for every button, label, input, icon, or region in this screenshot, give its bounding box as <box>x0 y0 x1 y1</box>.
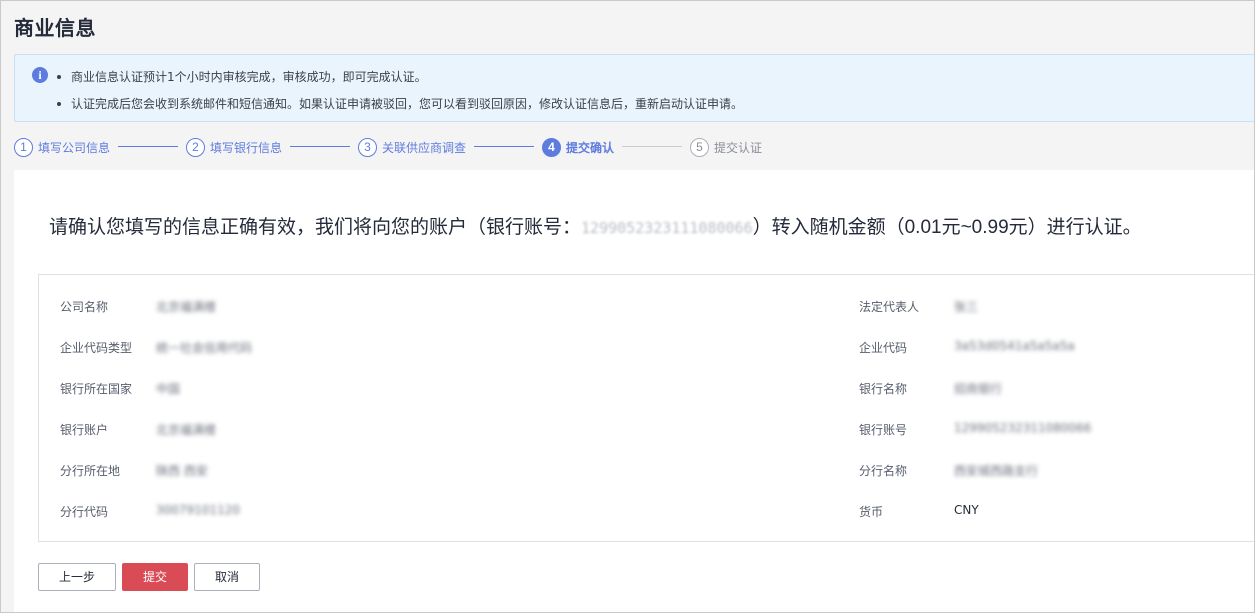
info-summary: 公司名称 北京福满楼 企业代码类型 统一社会信用代码 银行所在国家 中国 银行账… <box>38 274 1254 542</box>
submit-button[interactable]: 提交 <box>122 563 188 591</box>
step-5: 5 提交认证 <box>690 137 762 157</box>
bank-country-value: 中国 <box>156 382 181 396</box>
step-1: 1 填写公司信息 <box>14 137 110 157</box>
bank-account-name-value: 北京福满楼 <box>156 423 217 437</box>
step-label: 提交认证 <box>714 140 763 155</box>
info-notice: i 商业信息认证预计1个小时内审核完成，审核成功，即可完成认证。 认证完成后您会… <box>14 54 1254 122</box>
bank-name-label: 银行名称 <box>859 382 908 396</box>
bank-account-number-value: 129905232311080066 <box>954 421 1092 435</box>
step-connector <box>290 146 350 147</box>
step-connector <box>474 146 534 147</box>
company-code-label: 企业代码 <box>859 341 908 355</box>
branch-name-label: 分行名称 <box>859 464 908 478</box>
confirm-suffix: ）转入随机金额（0.01元~0.99元）进行认证。 <box>752 217 1142 238</box>
currency-value: CNY <box>954 503 979 517</box>
step-number: 3 <box>358 137 377 157</box>
step-label: 填写公司信息 <box>38 140 111 155</box>
info-icon: i <box>32 67 48 83</box>
notice-line: 商业信息认证预计1个小时内审核完成，审核成功，即可完成认证。 <box>57 68 427 85</box>
legal-rep-label: 法定代表人 <box>859 300 920 314</box>
confirm-card: 请确认您填写的信息正确有效，我们将向您的账户（银行账号：129905232311… <box>14 170 1254 612</box>
code-type-value: 统一社会信用代码 <box>156 341 253 355</box>
bank-account-name-label: 银行账户 <box>60 423 109 437</box>
step-2: 2 填写银行信息 <box>186 137 282 157</box>
company-name-label: 公司名称 <box>60 300 109 314</box>
bank-name-value: 招商银行 <box>954 382 1003 396</box>
step-number: 4 <box>542 137 561 157</box>
step-indicator: 1 填写公司信息 2 填写银行信息 3 关联供应商调查 4 提交确认 5 提交认… <box>14 137 1254 157</box>
step-number: 1 <box>14 137 33 157</box>
branch-location-label: 分行所在地 <box>60 464 121 478</box>
company-code-value: 3a53d0541a5a5a5a <box>954 339 1075 353</box>
branch-name-value: 西安城西路支行 <box>954 464 1039 478</box>
step-4: 4 提交确认 <box>542 137 614 157</box>
notice-text: 商业信息认证预计1个小时内审核完成，审核成功，即可完成认证。 <box>71 70 427 84</box>
step-connector <box>118 146 178 147</box>
masked-account-number: 1299052323111080066 <box>581 219 753 237</box>
bank-account-number-label: 银行账号 <box>859 423 908 437</box>
bullet-icon <box>57 101 61 106</box>
step-label: 关联供应商调查 <box>382 140 467 155</box>
confirm-message: 请确认您填写的信息正确有效，我们将向您的账户（银行账号：129905232311… <box>49 212 1142 239</box>
legal-rep-value: 张三 <box>954 300 979 314</box>
bullet-icon <box>57 74 61 79</box>
prev-step-button[interactable]: 上一步 <box>38 563 116 591</box>
step-label: 提交确认 <box>566 140 615 155</box>
cancel-button[interactable]: 取消 <box>194 563 260 591</box>
confirm-prefix: 请确认您填写的信息正确有效，我们将向您的账户（银行账号： <box>49 217 582 238</box>
step-connector <box>622 146 682 147</box>
step-number: 2 <box>186 137 205 157</box>
code-type-label: 企业代码类型 <box>60 341 133 355</box>
branch-code-value: 30079101120 <box>156 503 240 517</box>
company-name-value: 北京福满楼 <box>156 300 217 314</box>
page-frame: 商业信息 i 商业信息认证预计1个小时内审核完成，审核成功，即可完成认证。 认证… <box>0 0 1255 613</box>
page-title: 商业信息 <box>14 16 96 40</box>
bank-country-label: 银行所在国家 <box>60 382 133 396</box>
notice-line: 认证完成后您会收到系统邮件和短信通知。如果认证申请被驳回，您可以看到驳回原因，修… <box>57 95 743 112</box>
branch-code-label: 分行代码 <box>60 505 109 519</box>
step-label: 填写银行信息 <box>210 140 283 155</box>
step-number: 5 <box>690 137 709 157</box>
branch-location-value: 陕西 西安 <box>156 464 208 478</box>
step-3: 3 关联供应商调查 <box>358 137 466 157</box>
notice-text: 认证完成后您会收到系统邮件和短信通知。如果认证申请被驳回，您可以看到驳回原因，修… <box>71 97 744 111</box>
currency-label: 货币 <box>859 505 884 519</box>
